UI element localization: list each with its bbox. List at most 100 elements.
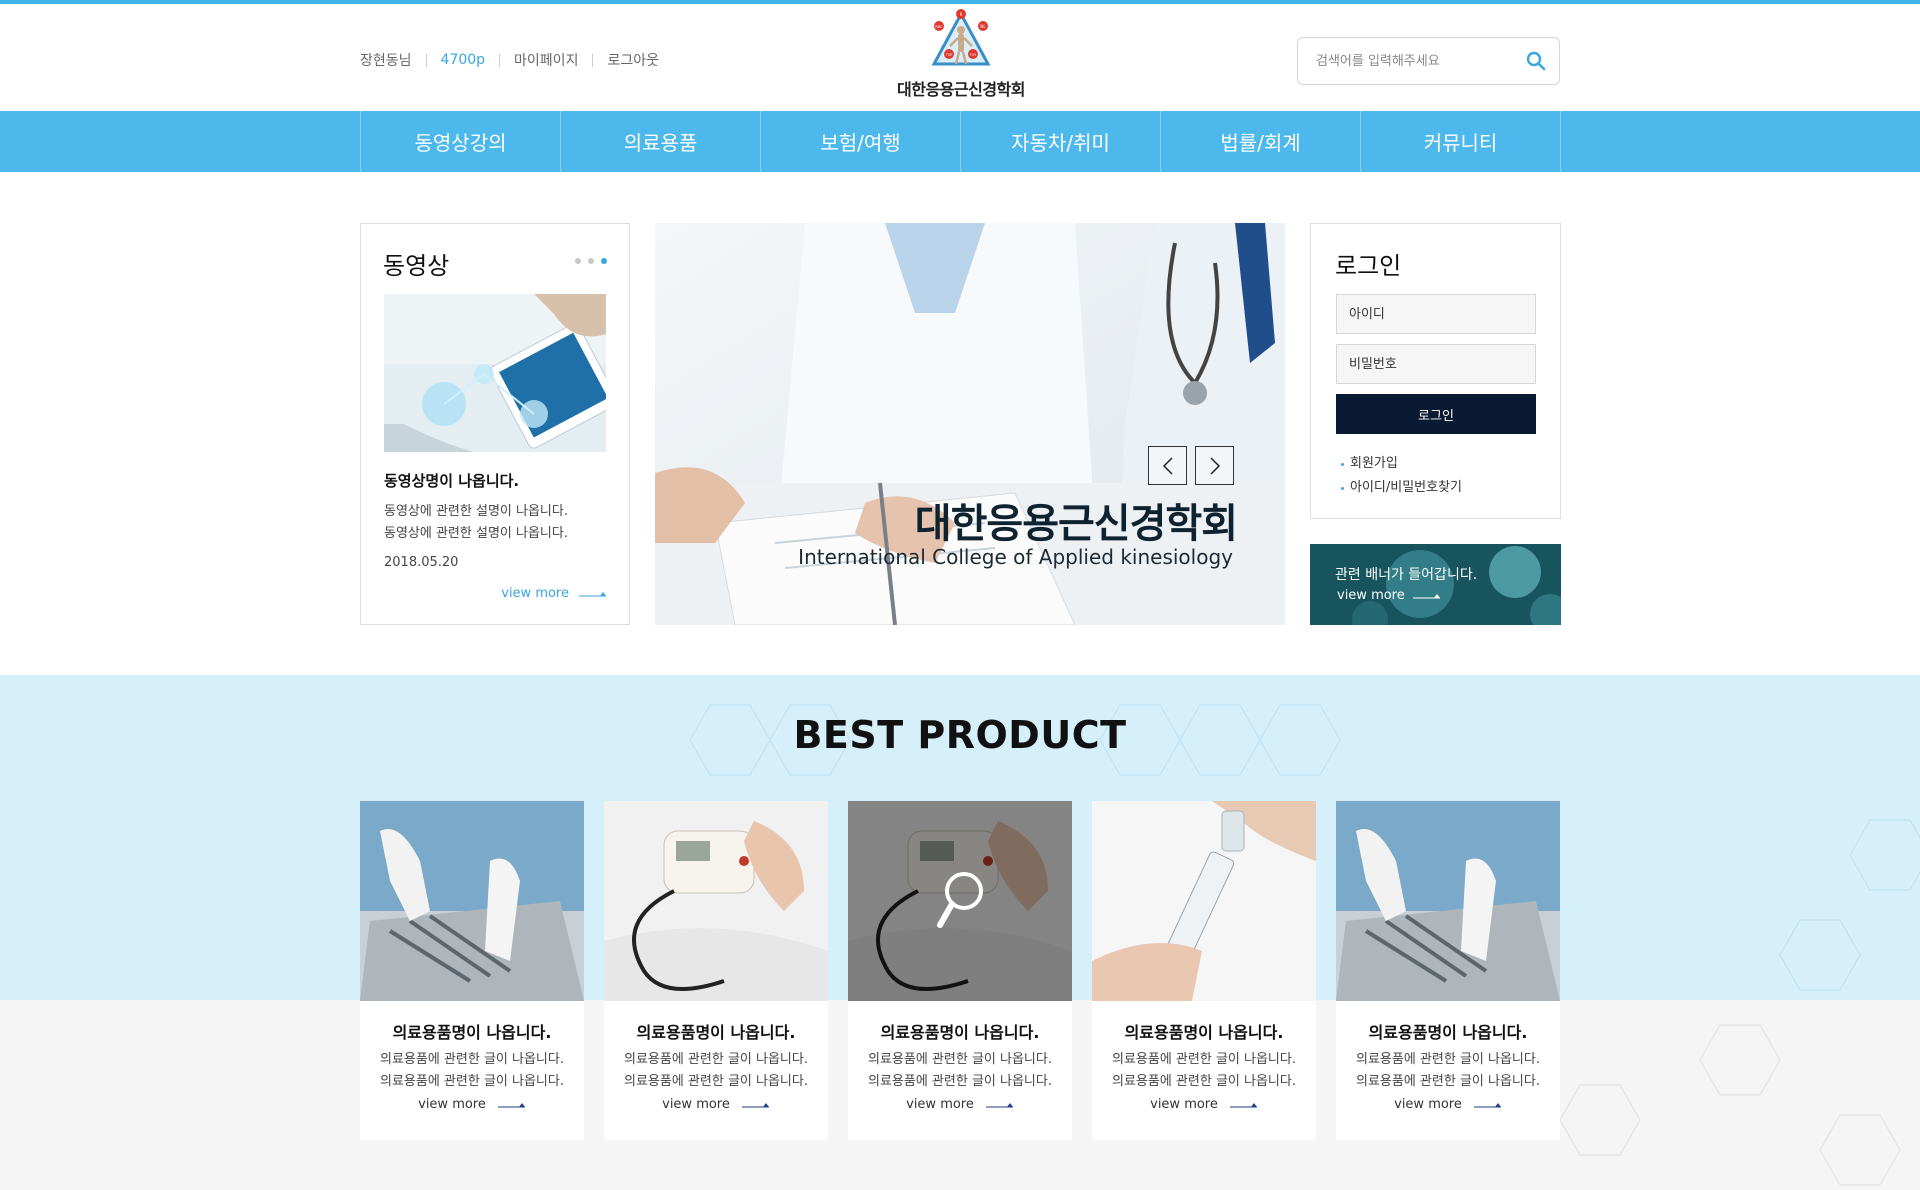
product-name: 의료용품명이 나옵니다. (1124, 1023, 1284, 1042)
magnifier-icon (937, 872, 983, 928)
product-card[interactable]: 의료용품명이 나옵니다. 의료용품에 관련한 글이 나옵니다. 의료용품에 관련… (1092, 801, 1316, 1140)
banner-title: 대한응용근신경학회 (914, 501, 1238, 547)
view-more-label: view more (662, 1097, 730, 1112)
main-banner: 대한응용근신경학회 International College of Appli… (655, 223, 1285, 625)
divider (592, 53, 594, 67)
password-field[interactable] (1336, 344, 1536, 384)
user-name: 장현동님 (360, 53, 412, 69)
view-more-label: view more (418, 1097, 486, 1112)
video-widget-title: 동영상 (383, 252, 450, 280)
banner-arrows (1148, 446, 1234, 485)
user-points[interactable]: 4700p (441, 52, 486, 68)
chevron-right-icon (1209, 456, 1220, 475)
arrow-right-icon (579, 586, 607, 601)
product-desc-line: 의료용품에 관련한 글이 나옵니다. (380, 1074, 564, 1089)
product-image (1336, 801, 1560, 1001)
video-view-more-link[interactable]: view more (501, 586, 607, 601)
logo-badge: FVY (970, 53, 977, 57)
video-thumbnail[interactable] (384, 294, 606, 452)
side-banner-view-more[interactable]: view more (1337, 588, 1441, 603)
product-description: 의료용품에 관련한 글이 나옵니다. 의료용품에 관련한 글이 나옵니다. (848, 1049, 1072, 1093)
nav-item-law-accounting[interactable]: 법률/회계 (1161, 111, 1361, 172)
side-banner-image (1310, 544, 1561, 625)
pager-dot[interactable] (588, 258, 594, 264)
product-description: 의료용품에 관련한 글이 나옵니다. 의료용품에 관련한 글이 나옵니다. (604, 1049, 828, 1093)
product-view-more[interactable]: view more (1336, 1097, 1560, 1112)
product-image (1092, 801, 1316, 1001)
logout-link[interactable]: 로그아웃 (607, 50, 659, 70)
product-card[interactable]: 의료용품명이 나옵니다. 의료용품에 관련한 글이 나옵니다. 의료용품에 관련… (360, 801, 584, 1140)
nav-item-insurance-travel[interactable]: 보험/여행 (761, 111, 961, 172)
product-desc-line: 의료용품에 관련한 글이 나옵니다. (624, 1052, 808, 1067)
site-logo[interactable]: R NL RBC TSP FVY 대한응용근신경학회 (893, 8, 1029, 100)
nav-item-video-lectures[interactable]: 동영상강의 (361, 111, 561, 172)
divider (425, 53, 427, 67)
video-desc-line: 동영상에 관련한 설명이 나옵니다. (384, 526, 568, 541)
product-card[interactable]: 의료용품명이 나옵니다. 의료용품에 관련한 글이 나옵니다. 의료용품에 관련… (604, 801, 828, 1140)
search-icon[interactable] (1513, 38, 1559, 84)
arrow-right-icon (985, 1097, 1014, 1112)
bullet-icon (1341, 462, 1344, 466)
view-more-label: view more (1337, 588, 1405, 603)
product-description: 의료용품에 관련한 글이 나옵니다. 의료용품에 관련한 글이 나옵니다. (1336, 1049, 1560, 1093)
banner-prev-button[interactable] (1148, 446, 1187, 485)
login-button[interactable]: 로그인 (1336, 394, 1536, 434)
product-view-more[interactable]: view more (848, 1097, 1072, 1112)
product-view-more[interactable]: view more (1092, 1097, 1316, 1112)
product-desc-line: 의료용품에 관련한 글이 나옵니다. (1112, 1074, 1296, 1089)
product-image (604, 801, 828, 1001)
find-account-link[interactable]: 아이디/비밀번호찾기 (1341, 476, 1462, 500)
product-description: 의료용품에 관련한 글이 나옵니다. 의료용품에 관련한 글이 나옵니다. (360, 1049, 584, 1093)
product-desc-line: 의료용품에 관련한 글이 나옵니다. (868, 1052, 1052, 1067)
view-more-label: view more (501, 586, 569, 601)
logo-badge: NL (980, 24, 986, 29)
mypage-link[interactable]: 마이페이지 (514, 50, 578, 70)
view-more-label: view more (1150, 1097, 1218, 1112)
arrow-right-icon (741, 1097, 770, 1112)
id-field[interactable] (1336, 294, 1536, 334)
product-view-more[interactable]: view more (604, 1097, 828, 1112)
product-view-more[interactable]: view more (360, 1097, 584, 1112)
product-name: 의료용품명이 나옵니다. (880, 1023, 1040, 1042)
divider (499, 53, 501, 67)
join-link[interactable]: 회원가입 (1341, 452, 1462, 476)
find-account-label: 아이디/비밀번호찾기 (1350, 480, 1463, 495)
view-more-label: view more (1394, 1097, 1462, 1112)
product-name: 의료용품명이 나옵니다. (1368, 1023, 1528, 1042)
video-date: 2018.05.20 (384, 555, 459, 570)
pager-dot-active[interactable] (601, 258, 607, 264)
nav-item-community[interactable]: 커뮤니티 (1361, 111, 1561, 172)
nav-item-medical-supplies[interactable]: 의료용품 (561, 111, 761, 172)
login-box: 로그인 로그인 회원가입 아이디/비밀번호찾기 (1310, 223, 1561, 519)
pager-dot[interactable] (575, 258, 581, 264)
logo-badge: R (960, 12, 963, 17)
nav-item-car-hobby[interactable]: 자동차/취미 (961, 111, 1161, 172)
join-label: 회원가입 (1350, 456, 1398, 471)
video-pager (575, 258, 607, 264)
logo-emblem-icon: R NL RBC TSP FVY (928, 8, 994, 70)
main-navigation: 동영상강의 의료용품 보험/여행 자동차/취미 법률/회계 커뮤니티 (0, 111, 1920, 172)
product-card[interactable]: 의료용품명이 나옵니다. 의료용품에 관련한 글이 나옵니다. 의료용품에 관련… (1336, 801, 1560, 1140)
side-banner[interactable]: 관련 배너가 들어갑니다. view more (1310, 544, 1561, 625)
search-input[interactable] (1298, 38, 1513, 84)
user-utility-bar: 장현동님 4700p 마이페이지 로그아웃 (360, 50, 659, 70)
logo-badge: TSP (945, 53, 952, 57)
product-desc-line: 의료용품에 관련한 글이 나옵니다. (1112, 1052, 1296, 1067)
arrow-right-icon (497, 1097, 526, 1112)
banner-next-button[interactable] (1195, 446, 1234, 485)
product-desc-line: 의료용품에 관련한 글이 나옵니다. (1356, 1074, 1540, 1089)
video-desc-line: 동영상에 관련한 설명이 나옵니다. (384, 504, 568, 519)
logo-badge: RBC (935, 25, 943, 29)
logo-text: 대한응용근신경학회 (897, 80, 1025, 99)
login-links: 회원가입 아이디/비밀번호찾기 (1341, 452, 1462, 500)
product-desc-line: 의료용품에 관련한 글이 나옵니다. (868, 1074, 1052, 1089)
top-accent-line (0, 0, 1920, 4)
side-banner-text: 관련 배너가 들어갑니다. (1335, 567, 1478, 583)
arrow-right-icon (1229, 1097, 1258, 1112)
product-card[interactable]: 의료용품명이 나옵니다. 의료용품에 관련한 글이 나옵니다. 의료용품에 관련… (848, 801, 1072, 1140)
bullet-icon (1341, 486, 1344, 490)
product-name: 의료용품명이 나옵니다. (392, 1023, 552, 1042)
video-name[interactable]: 동영상명이 나옵니다. (384, 470, 519, 491)
product-desc-line: 의료용품에 관련한 글이 나옵니다. (624, 1074, 808, 1089)
product-image (848, 801, 1072, 1001)
